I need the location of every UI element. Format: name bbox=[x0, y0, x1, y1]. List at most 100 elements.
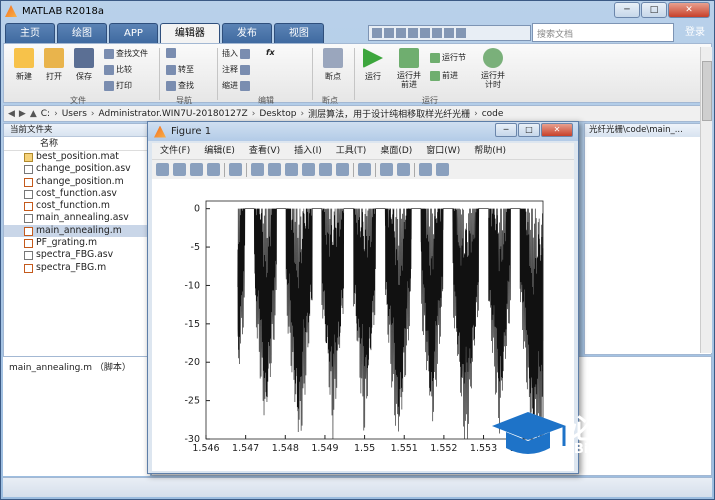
run-section-button[interactable]: 运行节 bbox=[430, 52, 466, 63]
tab-editor[interactable]: 编辑器 bbox=[159, 23, 220, 43]
path-users[interactable]: Users bbox=[62, 109, 87, 119]
breakpoint-button[interactable]: 断点 bbox=[316, 48, 350, 82]
pointer-icon[interactable] bbox=[229, 163, 242, 176]
run-button[interactable]: 运行 bbox=[358, 48, 388, 82]
minimize-button[interactable]: ─ bbox=[614, 2, 640, 18]
file-name: spectra_FBG.m bbox=[36, 261, 107, 273]
tab-view[interactable]: 视图 bbox=[273, 23, 324, 43]
advance-button[interactable]: 前进 bbox=[430, 70, 458, 81]
maximize-button[interactable]: □ bbox=[641, 2, 667, 18]
find-button[interactable]: 查找 bbox=[166, 80, 194, 91]
brush-icon[interactable] bbox=[336, 163, 349, 176]
file-list-item[interactable]: cost_function.asv bbox=[4, 188, 149, 200]
figure-maximize-button[interactable]: □ bbox=[518, 123, 540, 137]
menu-edit[interactable]: 编辑(E) bbox=[204, 143, 235, 159]
pan-icon[interactable] bbox=[285, 163, 298, 176]
path-c[interactable]: C: bbox=[41, 109, 50, 119]
up-folder-icon[interactable]: ▲ bbox=[30, 109, 37, 119]
file-list-item[interactable]: spectra_FBG.asv bbox=[4, 249, 149, 261]
qa-paste-icon[interactable] bbox=[408, 28, 418, 38]
goto-button[interactable]: 转至 bbox=[166, 64, 194, 75]
figure-minimize-button[interactable]: ─ bbox=[495, 123, 517, 137]
tab-publish[interactable]: 发布 bbox=[221, 23, 272, 43]
tab-apps[interactable]: APP bbox=[109, 23, 158, 43]
forward-icon[interactable]: ▶ bbox=[19, 109, 26, 119]
details-text: main_annealing.m （脚本） bbox=[9, 363, 131, 373]
comment-button[interactable]: 注释 bbox=[222, 64, 250, 75]
figure-menu-bar: 文件(F) 编辑(E) 查看(V) 插入(I) 工具(T) 桌面(D) 窗口(W… bbox=[152, 143, 574, 159]
file-list-item[interactable]: spectra_FBG.m bbox=[4, 262, 149, 274]
fx-button[interactable]: fx bbox=[266, 48, 275, 57]
qa-redo-icon[interactable] bbox=[432, 28, 442, 38]
separator bbox=[159, 48, 160, 100]
indent-button[interactable]: 缩进 bbox=[222, 80, 250, 91]
find-files-button[interactable]: 查找文件 bbox=[104, 48, 148, 59]
file-name: main_annealing.asv bbox=[36, 212, 129, 224]
name-column-header[interactable]: 名称 bbox=[4, 137, 149, 151]
link-plot-icon[interactable] bbox=[358, 163, 371, 176]
save-figure-icon[interactable] bbox=[190, 163, 203, 176]
file-list-item[interactable]: change_position.m bbox=[4, 176, 149, 188]
data-cursor-icon[interactable] bbox=[319, 163, 332, 176]
vertical-scrollbar[interactable] bbox=[700, 47, 712, 353]
file-list-item[interactable]: main_annealing.m bbox=[4, 224, 149, 238]
file-list-item[interactable]: cost_function.m bbox=[4, 200, 149, 212]
tab-plots[interactable]: 绘图 bbox=[57, 23, 107, 43]
close-button[interactable]: ✕ bbox=[668, 2, 710, 18]
menu-window[interactable]: 窗口(W) bbox=[426, 143, 460, 159]
qa-copy-icon[interactable] bbox=[396, 28, 406, 38]
file-list-item[interactable]: best_position.mat bbox=[4, 151, 149, 163]
insert-button[interactable]: 插入 bbox=[222, 48, 250, 59]
legend-icon[interactable] bbox=[397, 163, 410, 176]
path-desktop[interactable]: Desktop bbox=[259, 109, 296, 119]
path-project[interactable]: 测层算法，用于设计纯相移取样光纤光栅 bbox=[308, 107, 470, 120]
new-button[interactable]: 新建 bbox=[10, 48, 38, 82]
qa-undo-icon[interactable] bbox=[420, 28, 430, 38]
menu-help[interactable]: 帮助(H) bbox=[474, 143, 506, 159]
figure-close-button[interactable]: ✕ bbox=[541, 123, 573, 137]
path-code[interactable]: code bbox=[482, 109, 504, 119]
hide-plot-tools-icon[interactable] bbox=[419, 163, 432, 176]
print-figure-icon[interactable] bbox=[207, 163, 220, 176]
menu-desktop[interactable]: 桌面(D) bbox=[380, 143, 412, 159]
menu-file[interactable]: 文件(F) bbox=[160, 143, 190, 159]
menu-tools[interactable]: 工具(T) bbox=[336, 143, 367, 159]
fx-label: fx bbox=[266, 48, 275, 57]
menu-insert[interactable]: 插入(I) bbox=[294, 143, 322, 159]
back-icon[interactable]: ◀ bbox=[8, 109, 15, 119]
details-panel: main_annealing.m （脚本） bbox=[3, 356, 150, 476]
scroll-thumb[interactable] bbox=[702, 61, 712, 121]
window-title: MATLAB R2018a bbox=[22, 5, 105, 17]
menu-view[interactable]: 查看(V) bbox=[249, 143, 280, 159]
search-input[interactable]: 搜索文档 bbox=[532, 23, 674, 42]
login-link[interactable]: 登录 bbox=[677, 23, 713, 42]
file-list-item[interactable]: PF_grating.m bbox=[4, 237, 149, 249]
tab-home[interactable]: 主页 bbox=[5, 23, 55, 43]
rotate-icon[interactable] bbox=[302, 163, 315, 176]
save-button[interactable]: 保存 bbox=[70, 48, 98, 82]
run-time-button[interactable]: 运行并 计时 bbox=[476, 48, 510, 89]
zoom-in-icon[interactable] bbox=[251, 163, 264, 176]
address-bar: ◀ ▶ ▲ C: › Users › Administrator.WIN7U-201… bbox=[3, 105, 712, 122]
open-file-icon[interactable] bbox=[173, 163, 186, 176]
compare-button[interactable]: 比较 bbox=[104, 64, 132, 75]
new-figure-icon[interactable] bbox=[156, 163, 169, 176]
qa-help-icon[interactable] bbox=[456, 28, 466, 38]
folder-icon bbox=[44, 48, 64, 68]
qa-save-icon[interactable] bbox=[372, 28, 382, 38]
qa-switch-icon[interactable] bbox=[444, 28, 454, 38]
open-button[interactable]: 打开 bbox=[40, 48, 68, 82]
qa-cut-icon[interactable] bbox=[384, 28, 394, 38]
path-admin[interactable]: Administrator.WIN7U-20180127Z bbox=[99, 109, 248, 119]
show-plot-tools-icon[interactable] bbox=[436, 163, 449, 176]
indent-icon bbox=[240, 80, 250, 91]
file-list-item[interactable]: change_position.asv bbox=[4, 163, 149, 175]
colorbar-icon[interactable] bbox=[380, 163, 393, 176]
file-list-item[interactable]: main_annealing.asv bbox=[4, 212, 149, 224]
bookmark-button[interactable] bbox=[166, 48, 176, 58]
run-advance-button[interactable]: 运行并 前进 bbox=[392, 48, 426, 89]
editor-path: 光纤光栅\code\main_... bbox=[585, 124, 711, 137]
zoom-out-icon[interactable] bbox=[268, 163, 281, 176]
print-button[interactable]: 打印 bbox=[104, 80, 132, 91]
name-column-label: 名称 bbox=[40, 139, 59, 149]
